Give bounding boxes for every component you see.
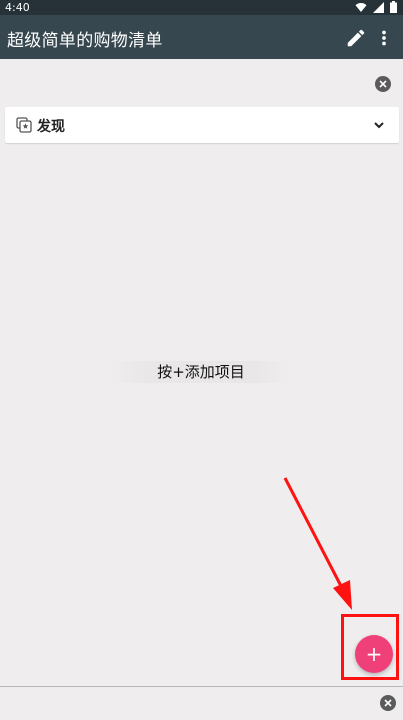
plus-icon: +: [365, 642, 383, 666]
bottom-divider: [0, 686, 403, 687]
dismiss-bottom-button[interactable]: [380, 695, 396, 711]
close-icon: [384, 699, 392, 707]
annotation-arrow: [283, 477, 352, 610]
add-item-button[interactable]: +: [355, 635, 393, 673]
